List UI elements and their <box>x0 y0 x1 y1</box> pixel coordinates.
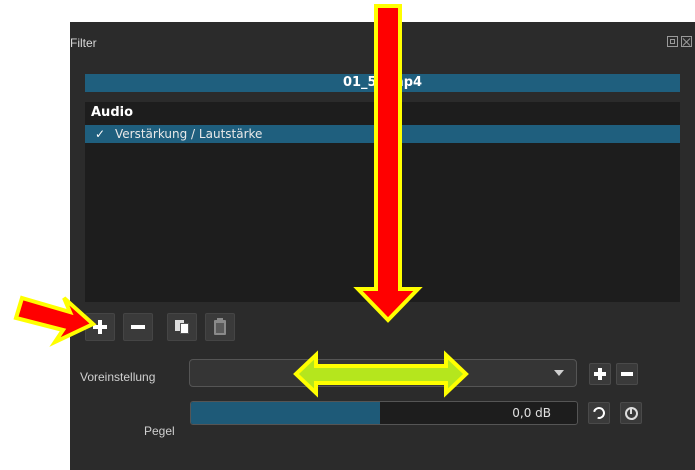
plus-icon <box>93 320 107 334</box>
minus-icon <box>131 325 145 329</box>
reset-icon <box>590 404 608 422</box>
save-preset-button[interactable] <box>589 363 611 385</box>
background-left <box>0 0 70 470</box>
delete-preset-button[interactable] <box>616 363 638 385</box>
plus-icon <box>594 368 606 380</box>
paste-filter-button[interactable] <box>205 313 235 341</box>
copy-filter-button[interactable] <box>167 313 197 341</box>
reset-button[interactable] <box>588 402 610 424</box>
gain-label: Pegel <box>144 424 175 438</box>
remove-filter-button[interactable] <box>123 313 153 341</box>
stopwatch-icon <box>624 406 638 420</box>
group-header-audio: Audio <box>91 105 134 120</box>
clip-name-bar: 01_57 mp4 <box>85 74 680 92</box>
dock-controls <box>667 36 692 47</box>
keyframe-button[interactable] <box>620 402 642 424</box>
checkmark-icon[interactable]: ✓ <box>95 125 105 143</box>
gain-slider[interactable]: 0,0 dB <box>190 401 578 425</box>
gain-value: 0,0 dB <box>512 406 551 420</box>
float-icon[interactable] <box>667 36 678 47</box>
paste-icon <box>214 317 226 335</box>
chevron-down-icon <box>554 370 564 376</box>
filter-item[interactable]: ✓ Verstärkung / Lautstärke <box>85 125 680 143</box>
filter-item-label: Verstärkung / Lautstärke <box>115 127 263 141</box>
copy-icon <box>175 320 189 334</box>
add-filter-button[interactable] <box>85 313 115 341</box>
close-icon[interactable] <box>681 36 692 47</box>
minus-icon <box>621 372 633 376</box>
preset-select[interactable] <box>189 359 577 387</box>
preset-label: Voreinstellung <box>80 370 156 384</box>
filter-toolbar <box>85 313 243 341</box>
panel-title: Filter <box>70 36 97 50</box>
filter-panel: Filter 01_57 mp4 Audio ✓ Verstärkung / L… <box>70 22 695 470</box>
filter-list[interactable]: Audio ✓ Verstärkung / Lautstärke <box>85 102 680 302</box>
panel-titlebar: Filter <box>70 22 695 64</box>
